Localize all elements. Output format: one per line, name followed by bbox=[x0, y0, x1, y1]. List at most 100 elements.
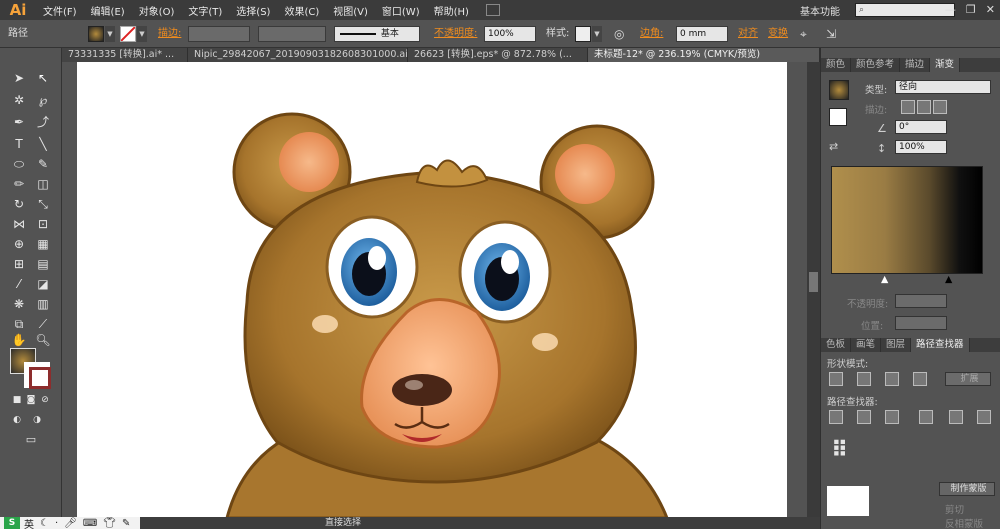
corner-radius-field[interactable]: 0 mm bbox=[676, 26, 728, 42]
draw-behind-icon[interactable]: ◑ bbox=[28, 412, 46, 428]
ime-language[interactable]: 英 bbox=[24, 516, 34, 529]
scale-tool-icon[interactable]: ⤡ bbox=[34, 196, 52, 212]
transform-link[interactable]: 变换 bbox=[768, 26, 788, 42]
unite-icon[interactable] bbox=[829, 372, 843, 386]
bridge-icon[interactable] bbox=[485, 4, 500, 16]
shape-builder-tool-icon[interactable]: ⊕ bbox=[10, 236, 28, 252]
tab-gradient[interactable]: 渐变 bbox=[930, 58, 961, 72]
perspective-grid-tool-icon[interactable]: ▦ bbox=[34, 236, 52, 252]
stroke-gradient-across-icon[interactable] bbox=[933, 100, 947, 114]
type-tool-icon[interactable]: T bbox=[10, 136, 28, 152]
ime-mic-icon[interactable]: 🎤︎ bbox=[64, 518, 77, 529]
none-mode-icon[interactable]: ⊘ bbox=[36, 392, 54, 408]
gradient-aspect-ratio-field[interactable]: 100% bbox=[895, 140, 947, 154]
ime-toolbar[interactable]: S 英 ☾ · 🎤︎ ⌨ 👕︎ ✎ bbox=[0, 516, 141, 529]
crop-icon[interactable] bbox=[919, 410, 933, 424]
symbol-sprayer-tool-icon[interactable]: ❋ bbox=[10, 296, 28, 312]
corner-label[interactable]: 边角: bbox=[640, 26, 663, 42]
help-search-input[interactable]: ⌕ bbox=[855, 3, 955, 17]
gradient-slider[interactable] bbox=[831, 166, 983, 274]
slice-tool-icon[interactable]: ⟋ bbox=[34, 316, 52, 332]
outline-icon[interactable] bbox=[949, 410, 963, 424]
align-link[interactable]: 对齐 bbox=[738, 26, 758, 42]
ime-skin-icon[interactable]: 👕︎ bbox=[103, 518, 116, 529]
opacity-field[interactable]: 100% bbox=[484, 26, 536, 42]
gradient-angle-field[interactable]: 0° bbox=[895, 120, 947, 134]
tab-document-2[interactable]: Nipic_29842067_20190903182608301000.ai* bbox=[188, 48, 408, 62]
pencil-tool-icon[interactable]: ✏ bbox=[10, 176, 28, 192]
gradient-stop-right-icon[interactable]: ▲ bbox=[945, 274, 952, 285]
gradient-fill-stroke-toggle[interactable] bbox=[829, 108, 847, 126]
ime-moon-icon[interactable]: ☾ bbox=[40, 518, 49, 529]
divide-icon[interactable] bbox=[829, 410, 843, 424]
expand-button[interactable]: 扩展 bbox=[945, 372, 991, 386]
stroke-weight-field[interactable] bbox=[188, 26, 250, 42]
stroke-color-swatch[interactable] bbox=[120, 26, 136, 42]
minus-back-icon[interactable] bbox=[977, 410, 991, 424]
tab-brushes[interactable]: 画笔 bbox=[851, 338, 882, 352]
stroke-dropdown-arrow[interactable]: ▼ bbox=[137, 26, 147, 42]
curvature-tool-icon[interactable]: ⤴ bbox=[34, 114, 52, 130]
restore-button[interactable]: ❐ bbox=[966, 3, 976, 16]
gradient-type-select[interactable]: 径向 bbox=[895, 80, 991, 94]
isolate-object-icon[interactable]: ⌖ bbox=[800, 26, 807, 42]
trim-icon[interactable] bbox=[857, 410, 871, 424]
column-graph-tool-icon[interactable]: ▥ bbox=[34, 296, 52, 312]
ellipse-tool-icon[interactable]: ⬭ bbox=[10, 156, 28, 172]
line-tool-icon[interactable]: ╲ bbox=[34, 136, 52, 152]
make-mask-button[interactable]: 制作蒙版 bbox=[939, 482, 995, 496]
tab-document-3[interactable]: 26623 [转换].eps* @ 872.78% (... bbox=[408, 48, 588, 62]
paintbrush-tool-icon[interactable]: ✎ bbox=[34, 156, 52, 172]
menu-object[interactable]: 对象(O) bbox=[132, 3, 182, 18]
style-dropdown-arrow[interactable]: ▼ bbox=[592, 26, 602, 42]
menu-help[interactable]: 帮助(H) bbox=[427, 3, 476, 18]
merge-icon[interactable] bbox=[885, 410, 899, 424]
pen-tool-icon[interactable]: ✒ bbox=[10, 114, 28, 130]
tab-layers[interactable]: 图层 bbox=[881, 338, 912, 352]
tab-document-1[interactable]: 73331335 [转换].ai* ... bbox=[62, 48, 188, 62]
menu-select[interactable]: 选择(S) bbox=[229, 3, 277, 18]
control-panel-menu-icon[interactable]: ⇲ bbox=[826, 26, 836, 42]
menu-view[interactable]: 视图(V) bbox=[326, 3, 375, 18]
ime-settings-icon[interactable]: ✎ bbox=[122, 518, 130, 529]
ime-keyboard-icon[interactable]: ⌨ bbox=[83, 518, 97, 529]
scrollbar-thumb[interactable] bbox=[809, 272, 818, 292]
gradient-tool-icon[interactable]: ▤ bbox=[34, 256, 52, 272]
transparency-thumbnail[interactable] bbox=[827, 486, 869, 516]
fill-color-swatch[interactable] bbox=[88, 26, 104, 42]
tab-swatches[interactable]: 色板 bbox=[821, 338, 852, 352]
rotate-tool-icon[interactable]: ↻ bbox=[10, 196, 28, 212]
tab-color[interactable]: 颜色 bbox=[821, 58, 852, 72]
direct-selection-tool-icon[interactable]: ↖ bbox=[34, 70, 52, 86]
mesh-tool-icon[interactable]: ⊞ bbox=[10, 256, 28, 272]
intersect-icon[interactable] bbox=[885, 372, 899, 386]
bear-illustration[interactable] bbox=[77, 62, 787, 518]
draw-mode-icon[interactable]: ◐ bbox=[8, 412, 26, 428]
close-button[interactable]: ✕ bbox=[986, 3, 995, 16]
canvas-area[interactable] bbox=[62, 62, 807, 518]
magic-wand-tool-icon[interactable]: ✲ bbox=[10, 92, 28, 108]
gradient-opacity-field[interactable] bbox=[895, 294, 947, 308]
gradient-stop-left-icon[interactable]: ▲ bbox=[881, 274, 888, 285]
menu-edit[interactable]: 编辑(E) bbox=[84, 3, 132, 18]
width-tool-icon[interactable]: ⋈ bbox=[10, 216, 28, 232]
hand-tool-icon[interactable]: ✋ bbox=[10, 332, 28, 348]
invert-mask-checkbox[interactable]: 反相蒙版 bbox=[945, 516, 983, 529]
blend-tool-icon[interactable]: ◪ bbox=[34, 276, 52, 292]
lasso-tool-icon[interactable]: ℘ bbox=[34, 92, 52, 108]
selection-tool-icon[interactable]: ➤ bbox=[10, 70, 28, 86]
gradient-preview-swatch[interactable] bbox=[829, 80, 849, 100]
stroke-gradient-within-icon[interactable] bbox=[901, 100, 915, 114]
eraser-tool-icon[interactable]: ◫ bbox=[34, 176, 52, 192]
tab-color-guide[interactable]: 颜色参考 bbox=[851, 58, 901, 72]
brush-definition-select[interactable]: 基本 bbox=[334, 26, 420, 42]
fill-dropdown-arrow[interactable]: ▼ bbox=[105, 26, 115, 42]
tab-pathfinder[interactable]: 路径查找器 bbox=[911, 338, 970, 352]
artboard-tool-icon[interactable]: ⧉ bbox=[10, 316, 28, 332]
zoom-tool-icon[interactable]: 🔍︎ bbox=[34, 332, 52, 348]
vertical-scrollbar[interactable] bbox=[807, 62, 820, 518]
screen-mode-icon[interactable]: ▭ bbox=[22, 432, 40, 448]
minus-front-icon[interactable] bbox=[857, 372, 871, 386]
artboard[interactable] bbox=[77, 62, 787, 518]
graphic-style-swatch[interactable] bbox=[575, 26, 591, 42]
